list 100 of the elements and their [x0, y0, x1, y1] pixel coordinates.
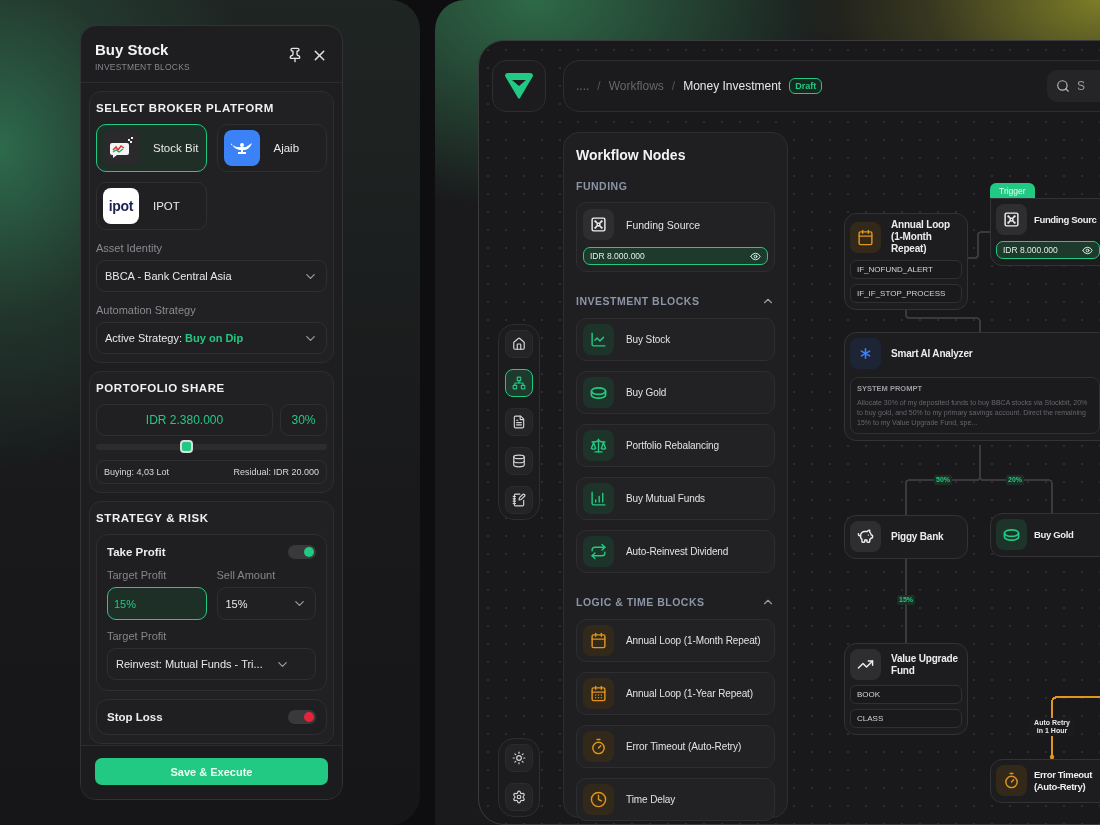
eye-icon [1082, 244, 1093, 256]
workflow-node[interactable]: Buy Gold [990, 513, 1100, 557]
scale-icon [590, 437, 607, 454]
node-item[interactable]: Error Timeout (Auto-Retry) [576, 725, 775, 768]
field-label: Target Profit [107, 630, 168, 642]
toggle-label: Take Profit [107, 546, 166, 558]
sun-icon [512, 751, 526, 765]
nav-button[interactable] [505, 783, 533, 811]
node-title: Piggy Bank [891, 530, 944, 543]
node-output: CLASS [850, 709, 962, 728]
app-logo [503, 72, 535, 100]
strategy-dropdown[interactable]: Active Strategy: Buy on Dip [96, 322, 327, 354]
eye-icon [750, 250, 761, 262]
broker-logo: ipot [108, 198, 134, 214]
field-label: Target Profit [107, 569, 168, 581]
safe-icon [590, 216, 607, 233]
node-label: Funding Source [626, 218, 701, 231]
node-item[interactable]: Buy Gold [576, 371, 775, 414]
notebook-icon [512, 493, 526, 507]
sell-amount-dropdown[interactable]: 15% [216, 587, 316, 620]
status-badge: Draft [789, 78, 823, 94]
amount-field[interactable]: IDR 8.000.000 [996, 241, 1100, 259]
safe-icon [1003, 211, 1020, 228]
bar-chart-icon [590, 490, 607, 507]
node-item[interactable]: Time Delay [576, 778, 775, 821]
node-title: Funding Sourc [1034, 213, 1097, 226]
coin-icon [1003, 527, 1020, 542]
nav-button[interactable] [505, 330, 533, 358]
field-label: Automation Strategy [96, 304, 197, 316]
node-item[interactable]: Buy Mutual Funds [576, 477, 775, 520]
stop-loss-toggle[interactable] [288, 710, 316, 724]
stopwatch-icon [590, 738, 607, 755]
nav-button[interactable] [505, 486, 533, 514]
asset-dropdown[interactable]: BBCA - Bank Central Asia [96, 260, 327, 292]
stopwatch-icon [1003, 772, 1020, 789]
workflow-node[interactable]: Annual Loop (1-Month Repeat) IF_NOFUND_ALERT IF_IF_STOP_PROCESS [844, 213, 968, 310]
section-title: PORTOFOLIO SHARE [96, 382, 226, 394]
action-dropdown[interactable]: Reinvest: Mutual Funds - Tri... [107, 648, 316, 680]
node-output: IF_IF_STOP_PROCESS [850, 284, 962, 303]
node-item[interactable]: Annual Loop (1-Month Repeat) [576, 619, 775, 662]
node-title: Annual Loop (1-Month Repeat) [891, 219, 951, 255]
slider-thumb[interactable] [180, 440, 194, 453]
group-title: LOGIC & TIME BLOCKS [576, 596, 705, 608]
line-chart-icon [590, 331, 607, 348]
panel-title: Buy Stock [95, 41, 170, 58]
node-title: Buy Gold [1034, 528, 1074, 541]
node-item[interactable]: Buy Stock [576, 318, 775, 361]
clock-icon [590, 791, 607, 808]
breadcrumb-link[interactable]: Money Investment [683, 79, 782, 93]
workflow-node[interactable]: Value Upgrade Fund BOOK CLASS [844, 643, 968, 735]
trigger-badge: Trigger [990, 183, 1035, 198]
amount-field[interactable]: IDR 8.000.000 [583, 247, 768, 265]
broker-option[interactable]: ipot IPOT [96, 182, 207, 230]
funding-node-item[interactable]: Funding Source IDR 8.000.000 [576, 202, 775, 272]
workflow-node[interactable] [844, 332, 1100, 442]
breadcrumb-separator: / [597, 79, 601, 93]
workflow-node[interactable]: Error Timeout (Auto-Retry) [990, 759, 1100, 803]
home-icon [512, 337, 526, 351]
workflow-node[interactable]: Funding Sourc IDR 8.000.000 [990, 198, 1100, 266]
take-profit-toggle[interactable] [288, 545, 316, 559]
breadcrumb-separator: / [671, 79, 676, 93]
nav-button[interactable] [505, 369, 533, 397]
document-icon [512, 415, 526, 429]
workflow-node[interactable]: Piggy Bank [844, 515, 968, 559]
database-icon [512, 454, 526, 468]
node-item[interactable]: Auto-Reinvest Dividend [576, 530, 775, 573]
field-label: Asset Identity [96, 242, 164, 254]
nav-button[interactable] [505, 447, 533, 475]
percent-field[interactable]: 30% [280, 404, 327, 436]
residual-text: Residual: IDR 20.000 [233, 467, 319, 477]
group-title: FUNDING [576, 180, 628, 192]
broker-option[interactable]: Stock Bit [96, 124, 207, 172]
connector-line [967, 231, 991, 259]
calendar-icon [590, 632, 607, 649]
node-output: BOOK [850, 685, 962, 704]
broker-logo [108, 137, 134, 159]
node-title: Error Timeout (Auto-Retry) [1034, 769, 1094, 792]
settings-icon [512, 790, 526, 804]
section-title: STRATEGY & RISK [96, 512, 210, 524]
hierarchy-icon [512, 376, 526, 390]
calendar-icon [857, 228, 874, 246]
panel-title: Workflow Nodes [576, 147, 687, 163]
pin-button[interactable] [287, 47, 303, 64]
broker-logo [228, 140, 255, 156]
node-item[interactable]: Portfolio Rebalancing [576, 424, 775, 467]
node-item[interactable]: Annual Loop (1-Year Repeat) [576, 672, 775, 715]
search-field[interactable]: S [1047, 70, 1100, 102]
field-label: Sell Amount [216, 569, 277, 581]
group-title: INVESTMENT BLOCKS [576, 295, 700, 307]
nav-button[interactable] [505, 744, 533, 772]
calendar-icon [590, 685, 607, 702]
repeat-icon [590, 543, 607, 560]
target-profit-input[interactable]: 15% [107, 587, 207, 620]
nav-button[interactable] [505, 408, 533, 436]
node-output: IF_NOFUND_ALERT [850, 260, 962, 279]
amount-field[interactable]: IDR 2.380.000 [96, 404, 273, 436]
node-title: Value Upgrade Fund [891, 652, 959, 677]
section-title: SELECT BROKER PLATFORM [96, 102, 275, 114]
piggy-bank-icon [857, 528, 874, 545]
broker-option[interactable]: Ajaib [216, 124, 327, 172]
